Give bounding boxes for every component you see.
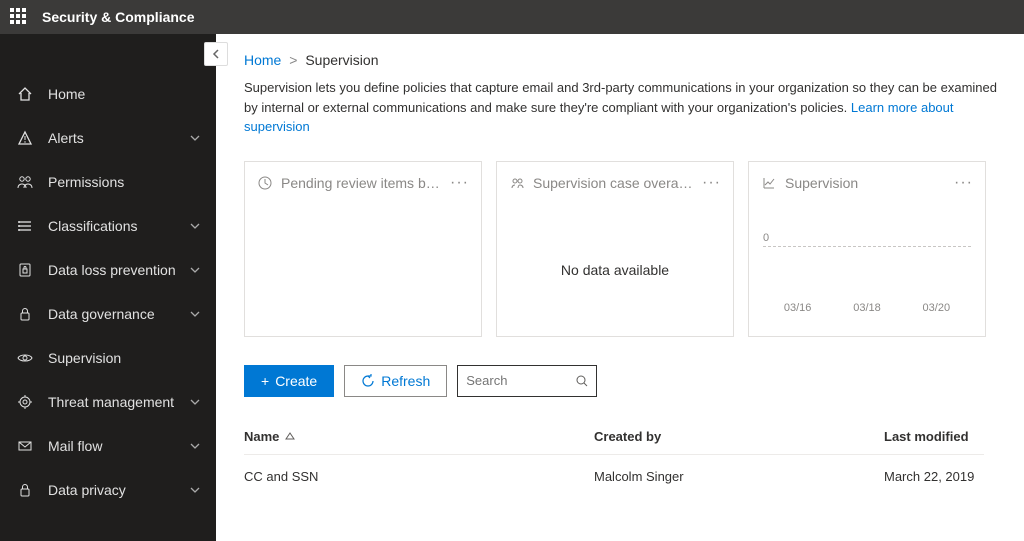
refresh-button-label: Refresh	[381, 373, 430, 389]
chart-x-tick: 03/20	[923, 302, 951, 314]
sidebar-item-label: Data privacy	[48, 482, 126, 498]
chevron-down-icon	[190, 135, 200, 141]
chevron-down-icon	[190, 267, 200, 273]
card-body	[245, 204, 481, 336]
chart-x-axis: 03/16 03/18 03/20	[763, 302, 971, 314]
card-more-button[interactable]: ···	[954, 174, 973, 192]
card-title: Pending review items by p...	[281, 175, 442, 191]
sidebar-item-home[interactable]: Home	[0, 72, 216, 116]
people-icon	[509, 175, 525, 191]
lock-icon	[16, 305, 34, 323]
app-title: Security & Compliance	[42, 9, 195, 25]
mail-icon	[16, 437, 34, 455]
card-supervision-chart: Supervision ··· 0 03/16 03/18 03/20	[748, 161, 986, 337]
classifications-icon	[16, 217, 34, 235]
lock-icon	[16, 481, 34, 499]
chevron-down-icon	[190, 311, 200, 317]
sidebar-item-dlp[interactable]: Data loss prevention	[0, 248, 216, 292]
sidebar-item-data-privacy[interactable]: Data privacy	[0, 468, 216, 512]
chevron-down-icon	[190, 223, 200, 229]
create-button-label: Create	[275, 373, 317, 389]
main-content: Home > Supervision Supervision lets you …	[216, 34, 1024, 541]
search-box[interactable]	[457, 365, 597, 397]
page-description: Supervision lets you define policies tha…	[244, 78, 1014, 137]
sidebar-item-threat[interactable]: Threat management	[0, 380, 216, 424]
chevron-down-icon	[190, 399, 200, 405]
sidebar-item-supervision[interactable]: Supervision	[0, 336, 216, 380]
alert-icon	[16, 129, 34, 147]
chart-icon	[761, 175, 777, 191]
threat-icon	[16, 393, 34, 411]
create-button[interactable]: + Create	[244, 365, 334, 397]
sidebar-item-classifications[interactable]: Classifications	[0, 204, 216, 248]
top-bar: Security & Compliance	[0, 0, 1024, 34]
sidebar-item-label: Classifications	[48, 218, 137, 234]
chevron-down-icon	[190, 487, 200, 493]
card-pending-review: Pending review items by p... ···	[244, 161, 482, 337]
card-title: Supervision	[785, 175, 946, 191]
toolbar: + Create Refresh	[244, 365, 1024, 397]
eye-icon	[16, 349, 34, 367]
sidebar-item-label: Threat management	[48, 394, 174, 410]
sidebar-item-permissions[interactable]: Permissions	[0, 160, 216, 204]
search-icon	[576, 375, 588, 387]
sidebar-item-label: Home	[48, 86, 85, 102]
card-supervision-case: Supervision case overall p... ··· No dat…	[496, 161, 734, 337]
card-title: Supervision case overall p...	[533, 175, 694, 191]
row-created: Malcolm Singer	[594, 469, 884, 484]
policy-table: Name Created by Last modified CC and SSN…	[244, 419, 984, 498]
table-row[interactable]: CC and SSN Malcolm Singer March 22, 2019	[244, 455, 984, 498]
search-input[interactable]	[466, 373, 576, 388]
permissions-icon	[16, 173, 34, 191]
breadcrumb-separator: >	[289, 52, 297, 68]
sidebar-item-mailflow[interactable]: Mail flow	[0, 424, 216, 468]
sidebar-item-label: Alerts	[48, 130, 84, 146]
sidebar-item-data-governance[interactable]: Data governance	[0, 292, 216, 336]
sidebar-item-label: Supervision	[48, 350, 121, 366]
card-more-button[interactable]: ···	[702, 174, 721, 192]
card-chart: 0 03/16 03/18 03/20	[749, 204, 985, 336]
clock-icon	[257, 175, 273, 191]
sidebar-item-label: Permissions	[48, 174, 124, 190]
sidebar-item-label: Data governance	[48, 306, 155, 322]
row-name: CC and SSN	[244, 469, 594, 484]
sort-asc-icon	[285, 432, 295, 440]
column-header-name[interactable]: Name	[244, 429, 594, 444]
breadcrumb-home-link[interactable]: Home	[244, 52, 281, 68]
collapse-sidebar-button[interactable]	[204, 42, 228, 66]
card-more-button[interactable]: ···	[450, 174, 469, 192]
sidebar: Home Alerts Permissions Classifi	[0, 34, 216, 541]
column-header-modified[interactable]: Last modified	[884, 429, 984, 444]
home-icon	[16, 85, 34, 103]
chevron-down-icon	[190, 443, 200, 449]
row-modified: March 22, 2019	[884, 469, 984, 484]
chart-x-tick: 03/16	[784, 302, 812, 314]
chart-x-tick: 03/18	[853, 302, 881, 314]
table-header: Name Created by Last modified	[244, 419, 984, 455]
app-launcher-icon[interactable]	[10, 8, 28, 26]
chart-y-label: 0	[763, 232, 769, 244]
refresh-button[interactable]: Refresh	[344, 365, 447, 397]
dlp-icon	[16, 261, 34, 279]
breadcrumb: Home > Supervision	[244, 52, 1024, 68]
card-body: No data available	[497, 204, 733, 336]
breadcrumb-current: Supervision	[305, 52, 378, 68]
column-header-created[interactable]: Created by	[594, 429, 884, 444]
sidebar-item-label: Data loss prevention	[48, 262, 176, 278]
plus-icon: +	[261, 373, 269, 389]
sidebar-item-alerts[interactable]: Alerts	[0, 116, 216, 160]
refresh-icon	[361, 374, 375, 388]
dashboard-cards: Pending review items by p... ··· Supervi…	[244, 161, 1024, 337]
chart-gridline	[763, 246, 971, 247]
sidebar-item-label: Mail flow	[48, 438, 102, 454]
